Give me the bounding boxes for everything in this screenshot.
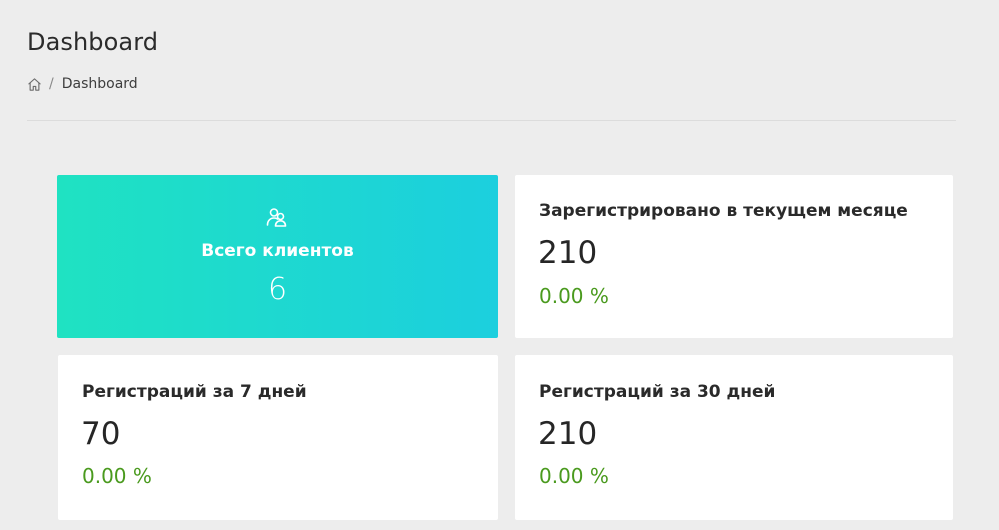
current-month-change: 0.00 %	[539, 284, 609, 308]
last-30-days-card: Регистраций за 30 дней 210 0.00 %	[515, 355, 953, 520]
last-7-days-label: Регистраций за 7 дней	[82, 382, 307, 402]
header-divider	[27, 120, 956, 121]
breadcrumb-separator: /	[49, 76, 54, 92]
current-month-value: 210	[538, 235, 598, 271]
last-7-days-change: 0.00 %	[82, 464, 152, 488]
total-clients-card: Всего клиентов 6	[57, 175, 498, 338]
current-month-label: Зарегистрировано в текущем месяце	[539, 201, 908, 221]
breadcrumb-current: Dashboard	[61, 76, 138, 92]
page-header: Dashboard / Dashboard	[27, 26, 956, 92]
total-clients-value: 6	[267, 272, 288, 307]
users-icon	[265, 205, 289, 229]
total-clients-label: Всего клиентов	[201, 241, 354, 261]
last-30-days-value: 210	[538, 416, 598, 452]
last-30-days-label: Регистраций за 30 дней	[539, 382, 776, 402]
last-7-days-card: Регистраций за 7 дней 70 0.00 %	[58, 355, 498, 520]
last-7-days-value: 70	[81, 416, 121, 452]
home-icon[interactable]	[27, 77, 42, 92]
current-month-card: Зарегистрировано в текущем месяце 210 0.…	[515, 175, 953, 338]
page-title: Dashboard	[27, 28, 159, 56]
breadcrumb: / Dashboard	[27, 76, 138, 92]
last-30-days-change: 0.00 %	[539, 464, 609, 488]
